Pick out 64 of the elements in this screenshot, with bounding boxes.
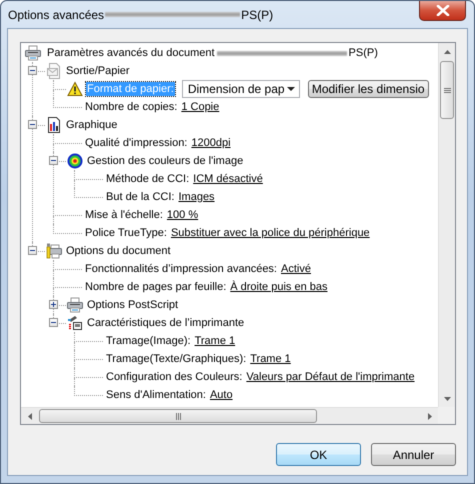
collapse-icon[interactable] <box>28 246 37 255</box>
tree-item-label[interactable]: Sens d'Alimentation: <box>105 388 207 402</box>
tree-item-label[interactable]: Police TrueType: <box>84 226 168 240</box>
setting-value-link[interactable]: Valeurs par Défaut de l'imprimante <box>246 371 415 383</box>
setting-value-link[interactable]: ICM désactivé <box>193 173 263 185</box>
up-arrow-icon <box>444 50 451 54</box>
cancel-button[interactable]: Annuler <box>371 443 456 466</box>
tree-item-label[interactable]: Graphique <box>65 118 118 132</box>
window-title: PS(P) <box>241 8 274 22</box>
tree-item-label[interactable]: Nombre de pages par feuille: <box>84 280 228 294</box>
edit-size-button[interactable]: Modifier les dimensio <box>308 80 429 98</box>
collapse-icon[interactable] <box>49 156 58 165</box>
printer-tool-icon <box>46 243 62 259</box>
tree-item-label[interactable]: Paramètres avancés du document <box>46 46 216 60</box>
tree-item-label[interactable]: Tramage(Texte/Graphiques): <box>105 352 248 366</box>
tree-item-label[interactable]: Options PostScript <box>86 298 180 312</box>
collapse-icon[interactable] <box>28 66 37 75</box>
right-arrow-icon <box>428 413 432 420</box>
down-arrow-icon <box>444 396 451 400</box>
vertical-scrollbar[interactable] <box>438 43 455 407</box>
tree-item-label[interactable]: Nombre de copies: <box>84 100 178 114</box>
tree-item-label[interactable]: Caractéristiques de l’imprimante <box>86 316 246 330</box>
collapse-icon[interactable] <box>28 120 37 129</box>
printer-icon <box>67 297 83 313</box>
scrollbar-thumb[interactable] <box>39 409 317 423</box>
setting-value-link[interactable]: Auto <box>210 389 233 401</box>
setting-value-link[interactable]: Trame 1 <box>250 353 291 365</box>
setting-value-link[interactable]: 1200dpi <box>191 137 231 149</box>
setting-value-link[interactable]: 1 Copie <box>181 101 220 113</box>
setting-value-link[interactable]: Substituer avec la police du périphérique <box>170 227 370 239</box>
tree-item-label[interactable]: Configuration des Couleurs: <box>105 370 244 384</box>
horizontal-scrollbar[interactable] <box>21 407 438 424</box>
tree-item-label[interactable]: But de la CCI: <box>105 190 176 204</box>
tree-item-label[interactable]: Sortie/Papier <box>65 64 131 78</box>
tree-item-label: PS(P) <box>348 46 379 60</box>
close-button[interactable] <box>419 1 466 21</box>
scrollbar-corner <box>438 407 455 424</box>
window-title: Options avancées <box>8 8 104 22</box>
color-target-icon <box>67 153 83 169</box>
chart-icon <box>46 117 62 133</box>
tree-item-label[interactable]: Gestion des couleurs de l'image <box>86 154 244 168</box>
setting-value-link[interactable]: Trame 1 <box>194 335 236 347</box>
ok-button[interactable]: OK <box>276 443 361 466</box>
printer-tool-icon <box>67 315 83 331</box>
scrollbar-thumb[interactable] <box>440 61 454 119</box>
setting-value-link[interactable]: Activé <box>281 263 311 275</box>
tree-item-label[interactable]: Qualité d'impression: <box>84 136 188 150</box>
setting-value-link[interactable]: Images <box>178 191 215 203</box>
tree-item-label[interactable]: Fonctionnalités d’impression avancées: <box>84 262 278 276</box>
setting-value-link[interactable]: À droite puis en bas <box>230 281 328 293</box>
collapse-icon[interactable] <box>49 318 58 327</box>
paper-size-dropdown[interactable]: Dimension de pap <box>182 80 300 98</box>
tree-item-label[interactable]: Méthode de CCI: <box>105 172 190 186</box>
warning-icon <box>67 81 83 97</box>
printer-icon <box>25 45 41 61</box>
close-icon <box>436 5 450 16</box>
left-arrow-icon <box>28 413 32 420</box>
caret-icon <box>286 87 295 91</box>
setting-value-link[interactable]: 100 % <box>166 209 198 221</box>
tree-item-label[interactable]: Options du document <box>65 244 172 258</box>
expand-icon[interactable] <box>49 300 58 309</box>
tree-item-label[interactable]: Tramage(Image): <box>105 334 192 348</box>
page-icon <box>46 63 62 79</box>
tree-item-label[interactable]: Mise à l'échelle: <box>84 208 164 222</box>
